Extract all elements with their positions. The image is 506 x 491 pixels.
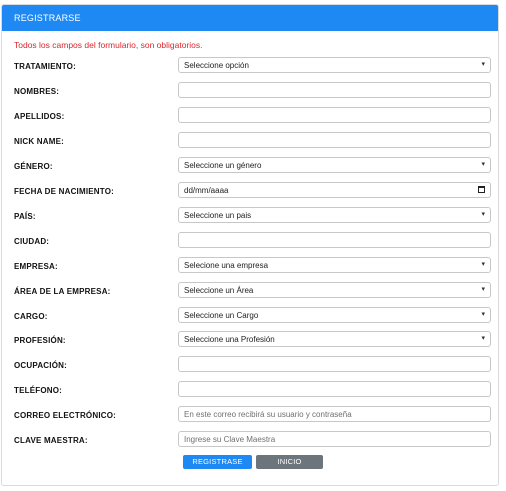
label-nick: NICK NAME: bbox=[14, 137, 64, 146]
register-button[interactable]: REGISTRASE bbox=[183, 455, 252, 469]
select-cargo-value: Seleccione un Cargo bbox=[184, 311, 259, 320]
label-ocupacion: OCUPACIÓN: bbox=[14, 361, 67, 370]
label-empresa: EMPRESA: bbox=[14, 262, 58, 271]
label-profesion: PROFESIÓN: bbox=[14, 336, 66, 345]
select-empresa[interactable]: Selecione una empresa ▾ bbox=[178, 257, 491, 273]
required-notice: Todos los campos del formulario, son obl… bbox=[14, 40, 203, 50]
chevron-down-icon: ▾ bbox=[481, 335, 485, 342]
select-pais-value: Seleccione un pais bbox=[184, 211, 252, 220]
label-genero: GÉNERO: bbox=[14, 162, 53, 171]
input-telefono[interactable] bbox=[178, 381, 491, 397]
label-telefono: TELÉFONO: bbox=[14, 386, 63, 395]
input-correo-placeholder: En este correo recibirá su usuario y con… bbox=[184, 410, 352, 419]
input-correo[interactable]: En este correo recibirá su usuario y con… bbox=[178, 406, 491, 422]
input-fecha[interactable]: dd/mm/aaaa bbox=[178, 182, 491, 198]
home-button[interactable]: INICIO bbox=[256, 455, 323, 469]
input-ocupacion[interactable] bbox=[178, 356, 491, 372]
select-cargo[interactable]: Seleccione un Cargo ▾ bbox=[178, 307, 491, 323]
input-nombres[interactable] bbox=[178, 82, 491, 98]
label-correo: CORREO ELECTRÓNICO: bbox=[14, 411, 117, 420]
select-genero-value: Seleccione un género bbox=[184, 161, 262, 170]
select-pais[interactable]: Seleccione un pais ▾ bbox=[178, 207, 491, 223]
label-clave: CLAVE MAESTRA: bbox=[14, 436, 88, 445]
select-genero[interactable]: Seleccione un género ▾ bbox=[178, 157, 491, 173]
label-ciudad: CIUDAD: bbox=[14, 237, 50, 246]
card-title: REGISTRARSE bbox=[14, 13, 81, 23]
select-area[interactable]: Seleccione un Área ▾ bbox=[178, 282, 491, 298]
calendar-icon[interactable] bbox=[478, 186, 485, 193]
input-ciudad[interactable] bbox=[178, 232, 491, 248]
label-area: ÁREA DE LA EMPRESA: bbox=[14, 287, 111, 296]
chevron-down-icon: ▾ bbox=[481, 61, 485, 68]
chevron-down-icon: ▾ bbox=[481, 211, 485, 218]
input-apellidos[interactable] bbox=[178, 107, 491, 123]
select-area-value: Seleccione un Área bbox=[184, 286, 254, 295]
chevron-down-icon: ▾ bbox=[481, 286, 485, 293]
input-fecha-value: dd/mm/aaaa bbox=[184, 186, 229, 195]
input-nick[interactable] bbox=[178, 132, 491, 148]
chevron-down-icon: ▾ bbox=[481, 161, 485, 168]
label-tratamiento: TRATAMIENTO: bbox=[14, 62, 76, 71]
select-tratamiento-value: Seleccione opción bbox=[184, 61, 249, 70]
select-profesion-value: Seleccione una Profesión bbox=[184, 335, 275, 344]
label-cargo: CARGO: bbox=[14, 312, 48, 321]
label-fecha: FECHA DE NACIMIENTO: bbox=[14, 187, 114, 196]
chevron-down-icon: ▾ bbox=[481, 261, 485, 268]
select-tratamiento[interactable]: Seleccione opción ▾ bbox=[178, 57, 491, 73]
label-apellidos: APELLIDOS: bbox=[14, 112, 65, 121]
select-profesion[interactable]: Seleccione una Profesión ▾ bbox=[178, 331, 491, 347]
card-header: REGISTRARSE bbox=[2, 5, 498, 31]
registration-card: REGISTRARSE Todos los campos del formula… bbox=[1, 4, 499, 486]
input-clave[interactable]: Ingrese su Clave Maestra bbox=[178, 431, 491, 447]
label-nombres: NOMBRES: bbox=[14, 87, 60, 96]
input-clave-placeholder: Ingrese su Clave Maestra bbox=[184, 435, 276, 444]
chevron-down-icon: ▾ bbox=[481, 311, 485, 318]
select-empresa-value: Selecione una empresa bbox=[184, 261, 269, 270]
label-pais: PAÍS: bbox=[14, 212, 36, 221]
